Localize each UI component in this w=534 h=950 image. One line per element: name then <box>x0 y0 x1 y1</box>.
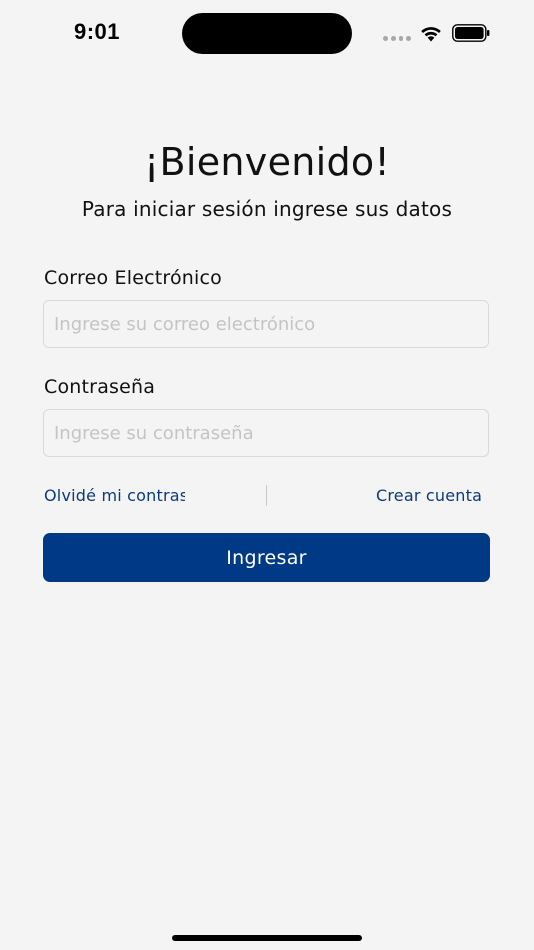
home-indicator <box>172 935 362 941</box>
dynamic-island <box>182 13 352 54</box>
email-field-container <box>43 300 489 348</box>
status-bar: 9:01 <box>0 0 534 66</box>
cellular-signal-icon <box>383 35 411 41</box>
welcome-title: ¡Bienvenido! <box>143 140 391 184</box>
email-label: Correo Electrónico <box>44 267 222 289</box>
battery-icon <box>452 24 490 42</box>
login-button[interactable]: Ingresar <box>43 533 490 582</box>
welcome-subtitle: Para iniciar sesión ingrese sus datos <box>81 197 453 221</box>
create-account-link[interactable]: Crear cuenta <box>376 486 490 505</box>
password-field-container <box>43 409 489 457</box>
status-time: 9:01 <box>74 19 121 44</box>
links-divider <box>266 485 267 506</box>
password-label: Contraseña <box>44 376 156 398</box>
password-field[interactable] <box>44 410 488 456</box>
email-field[interactable] <box>44 301 488 347</box>
forgot-password-link[interactable]: Olvidé mi contraseña <box>44 486 185 505</box>
wifi-icon <box>421 27 441 42</box>
